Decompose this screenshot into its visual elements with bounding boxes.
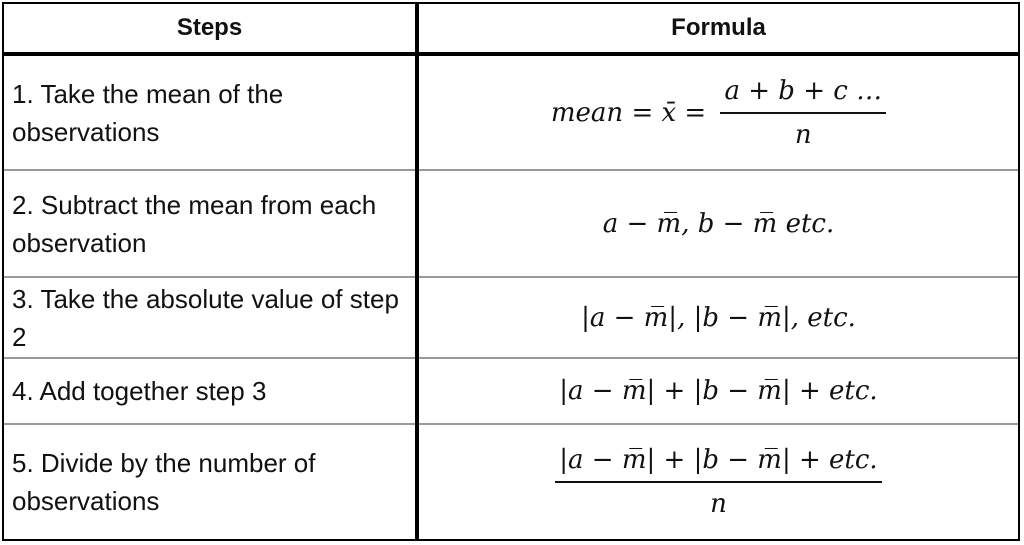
fraction-numerator: |a − m̅| + |b − m̅| + etc.: [555, 443, 882, 483]
formula-cell: |a − m̅|, |b − m̅|, etc.: [417, 277, 1018, 359]
table-row: 5. Divide by the number of observations …: [4, 424, 1018, 539]
step-cell: 4. Add together step 3: [4, 358, 419, 425]
fraction: a + b + c … n: [720, 74, 887, 152]
table-row: 1. Take the mean of the observations mea…: [4, 54, 1018, 171]
formula-cell: mean = x̄ = a + b + c … n: [417, 54, 1018, 171]
table-row: 3. Take the absolute value of step 2 |a …: [4, 277, 1018, 359]
step-cell: 3. Take the absolute value of step 2: [4, 277, 419, 359]
formula-cell: |a − m̅| + |b − m̅| + etc.: [417, 358, 1018, 425]
formula-column-header: Formula: [417, 4, 1018, 56]
step-cell: 2. Subtract the mean from each observati…: [4, 170, 419, 278]
formula-cell: a − m̅, b − m̅ etc.: [417, 170, 1018, 278]
mean-absolute-deviation-table: Steps Formula 1. Take the mean of the ob…: [4, 4, 1018, 539]
step-cell: 5. Divide by the number of observations: [4, 424, 419, 539]
steps-column-header: Steps: [4, 4, 419, 56]
header-row: Steps Formula: [4, 4, 1018, 56]
table-row: 4. Add together step 3 |a − m̅| + |b − m…: [4, 358, 1018, 425]
table-row: 2. Subtract the mean from each observati…: [4, 170, 1018, 278]
formula-cell: |a − m̅| + |b − m̅| + etc. n: [417, 424, 1018, 539]
formula-lhs: mean = x̄ =: [550, 97, 707, 128]
step-cell: 1. Take the mean of the observations: [4, 54, 419, 171]
fraction: |a − m̅| + |b − m̅| + etc. n: [555, 443, 882, 521]
fraction-numerator: a + b + c …: [720, 74, 887, 114]
fraction-denominator: n: [794, 119, 812, 150]
fraction-denominator: n: [710, 489, 727, 519]
